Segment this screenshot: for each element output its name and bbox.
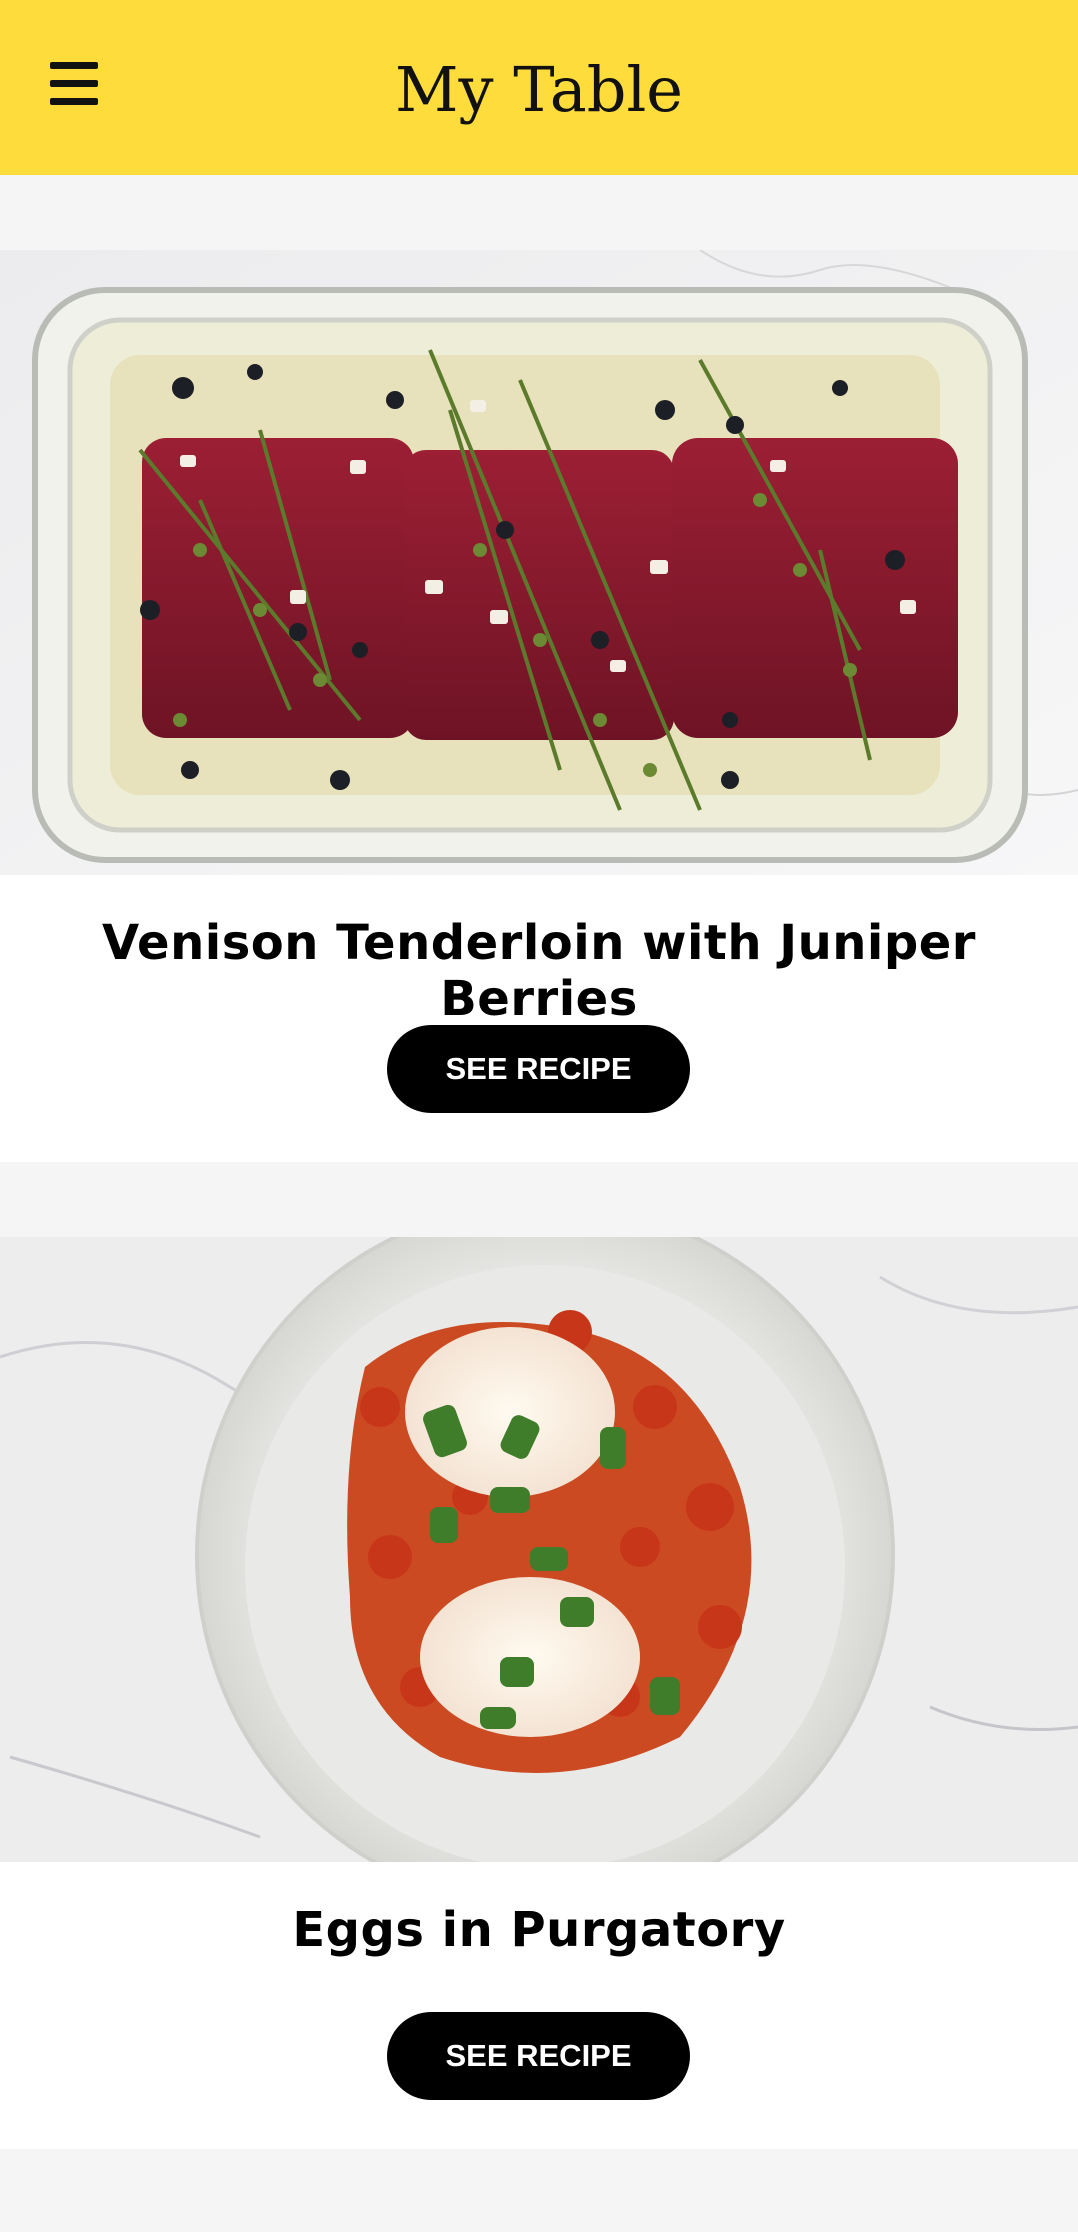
app-title: My Table bbox=[395, 53, 683, 126]
recipe-card: Venison Tenderloin with Juniper Berries … bbox=[0, 250, 1078, 1162]
recipe-title[interactable]: Venison Tenderloin with Juniper Berries bbox=[0, 915, 1078, 1027]
recipe-card: Eggs in Purgatory SEE RECIPE bbox=[0, 1237, 1078, 2149]
recipe-photo[interactable] bbox=[0, 250, 1078, 875]
recipe-title[interactable]: Eggs in Purgatory bbox=[0, 1902, 1078, 1958]
recipe-photo[interactable] bbox=[0, 1237, 1078, 1862]
see-recipe-button[interactable]: SEE RECIPE bbox=[387, 1025, 690, 1113]
app-header: My Table bbox=[0, 0, 1078, 175]
see-recipe-button[interactable]: SEE RECIPE bbox=[387, 2012, 690, 2100]
